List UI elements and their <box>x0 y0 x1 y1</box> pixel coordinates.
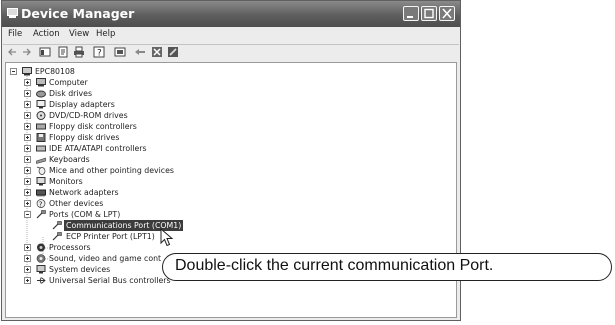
tree-item-label: Sound, video and game cont <box>49 254 162 263</box>
menu-help[interactable]: Help <box>96 29 115 39</box>
title-bar[interactable]: Device Manager <box>2 1 460 27</box>
disk-drive-icon <box>36 90 46 98</box>
expand-toggle[interactable] <box>24 244 31 251</box>
port-icon <box>36 210 46 219</box>
menu-bar: File Action View Help <box>2 27 460 43</box>
tree-root-label: EPC80108 <box>35 67 75 76</box>
maximize-button[interactable] <box>421 6 437 21</box>
processor-icon <box>37 243 45 252</box>
computer-icon <box>22 67 32 76</box>
properties-icon[interactable] <box>57 46 69 58</box>
uninstall-icon[interactable] <box>151 46 163 58</box>
view-icon[interactable] <box>39 46 51 58</box>
tree-item-label: ECP Printer Port (LPT1) <box>66 232 155 241</box>
computer-icon <box>36 78 46 87</box>
expand-toggle[interactable] <box>24 189 31 196</box>
expand-toggle[interactable] <box>24 167 31 174</box>
tree-item-label: IDE ATA/ATAPI controllers <box>49 144 147 153</box>
menu-file[interactable]: File <box>8 29 22 39</box>
help-icon[interactable]: ? <box>93 46 105 58</box>
expand-toggle[interactable] <box>24 266 31 273</box>
svg-text:?: ? <box>39 201 43 209</box>
tree-item-label: Disk drives <box>49 89 93 98</box>
expand-toggle[interactable] <box>24 79 31 86</box>
tree-item-label: Mice and other pointing devices <box>49 166 174 175</box>
expand-toggle[interactable] <box>24 112 31 119</box>
sound-icon <box>36 254 46 263</box>
svg-text:?: ? <box>97 49 102 59</box>
tree-item-label: Monitors <box>49 177 83 186</box>
minimize-button[interactable] <box>403 6 419 21</box>
tree-item-label: Display adapters <box>49 100 115 109</box>
tree-item-label: Floppy disk controllers <box>49 122 137 131</box>
usb-icon <box>37 277 46 284</box>
menu-view[interactable]: View <box>69 29 89 39</box>
system-device-icon <box>36 265 46 274</box>
close-icon <box>442 8 452 19</box>
expand-toggle[interactable] <box>24 255 31 262</box>
tree-item-label: Processors <box>49 243 91 252</box>
toolbar: ? <box>2 45 460 60</box>
floppy-drive-icon <box>36 133 46 142</box>
window-title: Device Manager <box>21 6 135 21</box>
expand-toggle[interactable] <box>24 134 31 141</box>
update-driver-icon[interactable] <box>134 46 146 58</box>
print-icon[interactable] <box>73 46 85 58</box>
menu-action[interactable]: Action <box>33 29 60 39</box>
tree-item-label: System devices <box>49 265 111 274</box>
instruction-callout: Double-click the current communication P… <box>162 253 612 281</box>
back-icon[interactable] <box>6 46 18 58</box>
tree-item-label: Computer <box>49 78 88 87</box>
collapse-toggle[interactable] <box>24 211 31 218</box>
expand-toggle[interactable] <box>24 101 31 108</box>
expand-toggle[interactable] <box>24 123 31 130</box>
unknown-device-icon: ? <box>36 199 46 208</box>
expand-toggle[interactable] <box>24 90 31 97</box>
expand-toggle[interactable] <box>24 277 31 284</box>
tree-item-label: Network adapters <box>49 188 119 197</box>
port-icon <box>52 232 62 241</box>
expand-toggle[interactable] <box>24 156 31 163</box>
tree-item-label: Other devices <box>49 199 104 208</box>
minimize-icon <box>407 16 413 18</box>
port-icon <box>52 221 62 230</box>
expand-toggle[interactable] <box>24 200 31 207</box>
disable-icon[interactable] <box>167 46 179 58</box>
mouse-icon <box>36 166 46 175</box>
tree-item-label: Floppy disk drives <box>49 133 120 142</box>
cd-rom-icon <box>36 111 46 120</box>
tree-item-label: Universal Serial Bus controllers <box>49 276 171 285</box>
close-button[interactable] <box>439 6 455 21</box>
expand-toggle[interactable] <box>24 145 31 152</box>
callout-text: Double-click the current communication P… <box>175 257 494 274</box>
mouse-pointer-icon <box>160 228 174 247</box>
tree-item-label: Ports (COM & LPT) <box>49 210 121 219</box>
display-adapter-icon <box>36 100 46 109</box>
maximize-icon <box>424 8 434 19</box>
device-manager-icon <box>7 8 18 18</box>
expand-toggle[interactable] <box>24 178 31 185</box>
collapse-toggle[interactable] <box>10 68 17 75</box>
forward-icon[interactable] <box>21 46 33 58</box>
network-adapter-icon <box>36 189 46 197</box>
tree-item-label: Keyboards <box>49 155 90 164</box>
scan-icon[interactable] <box>114 46 126 58</box>
monitor-icon <box>36 177 46 186</box>
controller-icon <box>36 145 46 152</box>
controller-icon <box>36 123 46 130</box>
tree-item-label: DVD/CD-ROM drives <box>49 111 128 120</box>
keyboard-icon <box>36 157 46 164</box>
